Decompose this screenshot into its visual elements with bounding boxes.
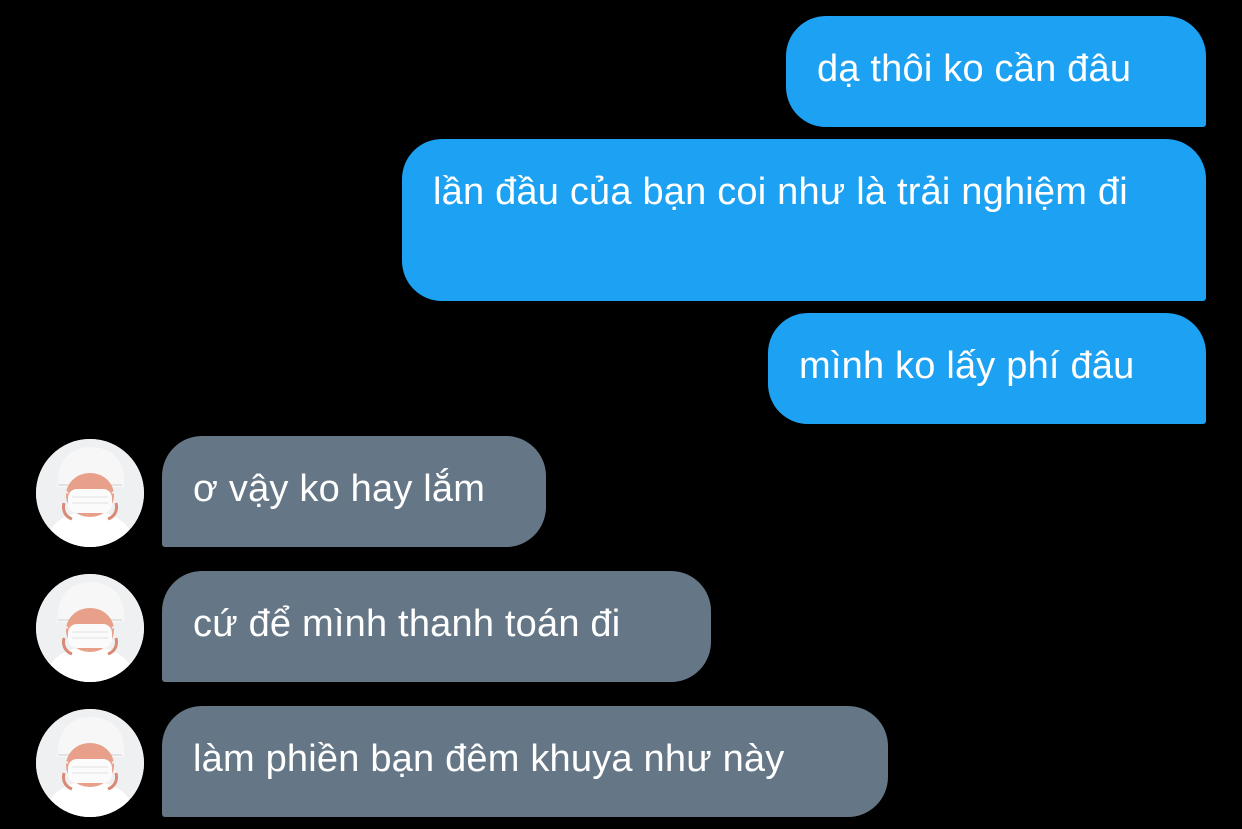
message-text: cứ để mình thanh toán đi bbox=[193, 603, 621, 645]
incoming-message-bubble[interactable]: làm phiền bạn đêm khuya như này bbox=[162, 706, 888, 817]
avatar-masked-person-icon bbox=[36, 709, 144, 817]
incoming-message-bubble[interactable]: ơ vậy ko hay lắm bbox=[162, 436, 546, 547]
message-text: làm phiền bạn đêm khuya như này bbox=[193, 738, 785, 780]
avatar-masked-person-icon bbox=[36, 574, 144, 682]
avatar-masked-person-icon bbox=[36, 439, 144, 547]
message-text: ơ vậy ko hay lắm bbox=[193, 468, 486, 510]
incoming-message-bubble[interactable]: cứ để mình thanh toán đi bbox=[162, 571, 711, 682]
avatar[interactable] bbox=[36, 574, 144, 682]
outgoing-message-bubble[interactable]: mình ko lấy phí đâu bbox=[768, 313, 1206, 424]
message-text: dạ thôi ko cần đâu bbox=[817, 48, 1132, 90]
avatar[interactable] bbox=[36, 709, 144, 817]
conversation-thread: dạ thôi ko cần đâu lần đầu của bạn coi n… bbox=[0, 0, 1242, 829]
outgoing-message-bubble[interactable]: dạ thôi ko cần đâu bbox=[786, 16, 1206, 127]
avatar[interactable] bbox=[36, 439, 144, 547]
message-text: mình ko lấy phí đâu bbox=[799, 345, 1135, 387]
outgoing-message-bubble[interactable]: lần đầu của bạn coi như là trải nghiệm đ… bbox=[402, 139, 1206, 301]
message-text: lần đầu của bạn coi như là trải nghiệm đ… bbox=[433, 171, 1128, 213]
